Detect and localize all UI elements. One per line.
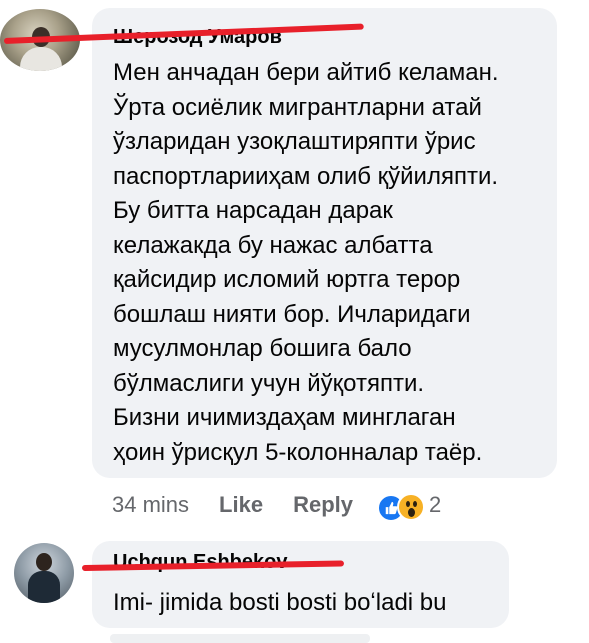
comment-line: қайсидир исломий юртга терор — [113, 266, 461, 293]
comment-line: ўзларидан узоқлаштиряпти ўрис — [113, 128, 476, 155]
reaction-count[interactable]: 2 — [429, 492, 441, 518]
comment-line: бошлаш нияти бор. Ичларидаги — [113, 300, 471, 328]
wow-mouth — [408, 508, 415, 517]
comment-text: Мен анчадан бери айтиб келаман. Ўрта оси… — [113, 56, 553, 470]
comment-line: Бизни ичимиздаҳам минглаган — [113, 404, 456, 431]
avatar-head — [36, 553, 52, 571]
comment-line: бўлмаслиги учун йўқотяпти. — [113, 369, 425, 397]
avatar-body — [28, 571, 60, 603]
comment-line: Бу битта нарсадан дарак — [113, 197, 393, 224]
comment-line: Мен анчадан бери айтиб келаман. — [113, 59, 499, 86]
comment-line: мусулмонлар бошига бало — [113, 335, 412, 362]
avatar-body — [20, 47, 62, 71]
reply-button[interactable]: Reply — [293, 492, 353, 518]
reply-text: Imi- jimida bosti bosti boʻladi bu — [113, 589, 447, 616]
next-comment-edge — [110, 634, 370, 643]
like-button[interactable]: Like — [219, 492, 263, 518]
comment-actions: 34 mins Like Reply 2 — [112, 489, 441, 522]
comment-line: келажакда бу нажас албатта — [113, 231, 433, 259]
wow-eye — [406, 501, 410, 507]
reactions-summary[interactable] — [377, 490, 427, 522]
comment-line: паспортларииҳам олиб қўйиляпти. — [113, 162, 499, 190]
wow-icon — [397, 493, 425, 521]
comment-line: ҳоин ўрисқул 5-колонналар таёр. — [113, 438, 483, 466]
thumbs-up-icon — [385, 501, 398, 515]
comment-timestamp[interactable]: 34 mins — [112, 492, 189, 518]
reply-avatar[interactable] — [14, 543, 74, 603]
comment-line: Ўрта осиёлик мигрантларни атай — [113, 93, 482, 121]
wow-eye — [413, 501, 417, 507]
